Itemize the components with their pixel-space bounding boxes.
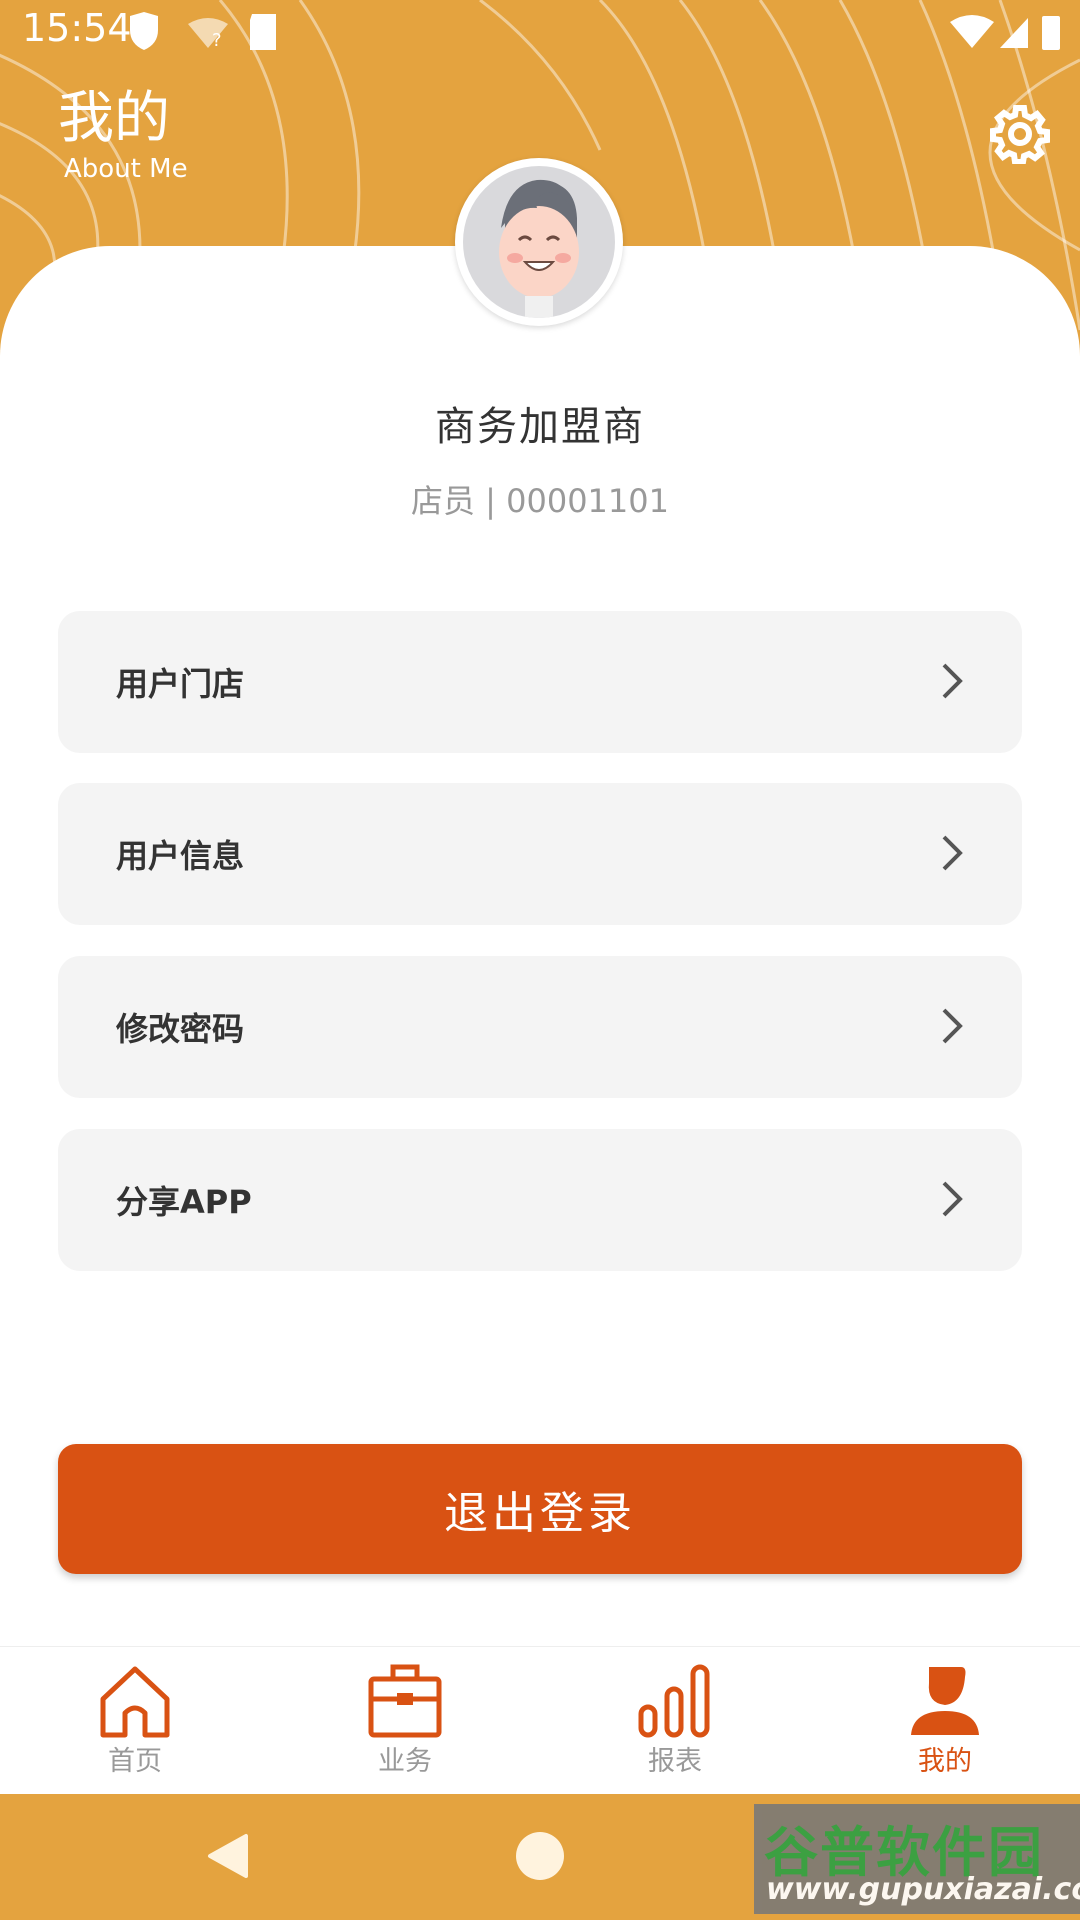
profile-name: 商务加盟商	[435, 404, 645, 450]
back-icon[interactable]	[206, 1832, 250, 1880]
menu-item-user-info[interactable]: 用户信息	[58, 783, 1022, 925]
tab-label: 报表	[648, 1746, 702, 1777]
tab-label: 我的	[918, 1746, 972, 1777]
briefcase-icon	[368, 1664, 442, 1738]
status-bar: 15:54 ?	[0, 0, 1080, 62]
profile-card	[0, 246, 1080, 1646]
chevron-right-icon	[942, 1008, 963, 1044]
tab-home[interactable]: 首页	[0, 1647, 270, 1795]
shield-icon	[130, 12, 158, 50]
home-icon	[100, 1666, 170, 1738]
settings-button[interactable]	[990, 104, 1050, 165]
status-icons-left: ?	[130, 12, 280, 56]
avatar-face-icon	[499, 179, 579, 318]
home-button[interactable]	[516, 1832, 564, 1880]
menu-item-change-password[interactable]: 修改密码	[58, 956, 1022, 1098]
watermark: 谷普软件园 www.gupuxiazai.com	[754, 1804, 1080, 1914]
wifi-icon	[950, 15, 994, 48]
chevron-right-icon	[942, 835, 963, 871]
page-title: 我的	[58, 86, 170, 151]
chevron-right-icon	[942, 663, 963, 699]
menu-item-stores[interactable]: 用户门店	[58, 611, 1022, 753]
logout-button[interactable]: 退出登录	[58, 1444, 1022, 1574]
page-subtitle: About Me	[64, 154, 188, 184]
menu-item-label: 修改密码	[116, 1010, 245, 1048]
status-icons-right	[950, 12, 1060, 56]
gear-icon	[990, 105, 1050, 165]
tab-me[interactable]: 我的	[810, 1647, 1080, 1795]
battery-icon	[1042, 16, 1060, 50]
status-time: 15:54	[22, 6, 132, 50]
person-icon	[911, 1667, 979, 1735]
bar-chart-icon	[638, 1664, 710, 1738]
avatar[interactable]	[455, 158, 623, 326]
signal-icon	[1000, 18, 1028, 48]
profile-role: 店员 | 00001101	[410, 482, 669, 520]
chevron-right-icon	[942, 1181, 963, 1217]
menu-item-label: 分享APP	[116, 1183, 252, 1221]
menu-item-label: 用户门店	[116, 665, 245, 703]
menu-item-share-app[interactable]: 分享APP	[58, 1129, 1022, 1271]
bottom-tab-bar: 首页 业务 报表 我的	[0, 1646, 1080, 1795]
tab-reports[interactable]: 报表	[540, 1647, 810, 1795]
header-title-block: 我的 About Me	[58, 84, 188, 184]
tab-label: 业务	[378, 1746, 432, 1777]
wifi-unknown-icon	[188, 18, 228, 48]
tab-business[interactable]: 业务	[270, 1647, 540, 1795]
watermark-url: www.gupuxiazai.com	[766, 1872, 1080, 1907]
sd-card-icon	[250, 14, 276, 50]
menu-item-label: 用户信息	[116, 837, 245, 875]
tab-label: 首页	[108, 1746, 162, 1777]
svg-text:?: ?	[212, 30, 222, 51]
